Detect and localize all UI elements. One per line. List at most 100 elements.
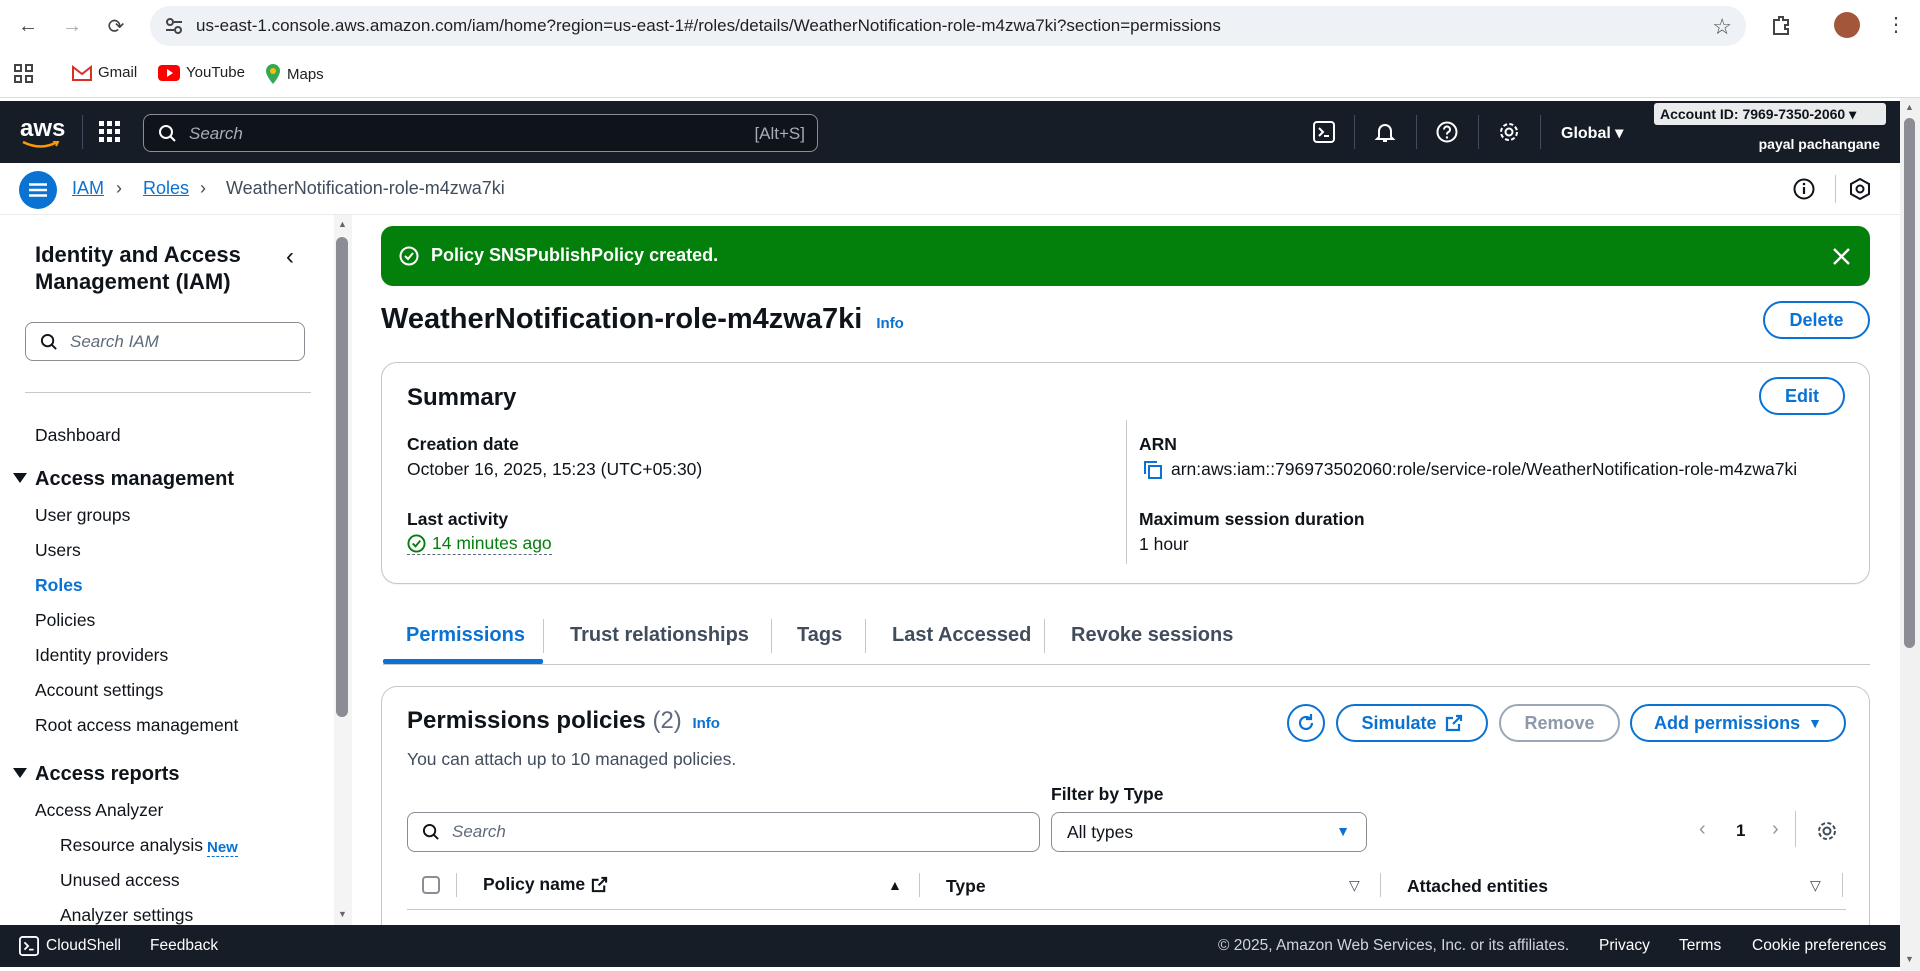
copyright-text: © 2025, Amazon Web Services, Inc. or its… [1218, 937, 1570, 954]
info-link[interactable]: Info [692, 715, 720, 732]
hamburger-icon [29, 183, 47, 197]
scroll-up-icon[interactable]: ▲ [338, 219, 347, 229]
sidebar-section-access-management[interactable]: Access management [35, 468, 234, 491]
close-icon[interactable] [1833, 248, 1850, 265]
profile-avatar[interactable] [1834, 12, 1860, 38]
new-badge: New [207, 839, 238, 857]
bookmark-maps[interactable]: Maps [265, 64, 324, 84]
sidebar-item-access-analyzer[interactable]: Access Analyzer [35, 800, 163, 821]
services-grid-icon[interactable] [99, 121, 121, 143]
column-header-attached-entities[interactable]: Attached entities [1407, 876, 1548, 897]
aws-search-input[interactable]: Search [Alt+S] [143, 114, 818, 152]
column-header-type[interactable]: Type [946, 876, 986, 897]
side-nav-title[interactable]: Identity and Access Management (IAM) [35, 241, 275, 295]
sidebar-scrollbar[interactable]: ▲ ▼ [334, 215, 352, 925]
collapse-sidebar-icon[interactable]: ‹ [286, 243, 294, 271]
security-panel-icon[interactable] [1849, 178, 1871, 200]
sidebar-item-resource-analysis[interactable]: Resource analysis [60, 835, 203, 856]
column-header-policy-name[interactable]: Policy name [483, 874, 608, 895]
apps-grid-icon[interactable] [14, 64, 34, 84]
sidebar-item-roles[interactable]: Roles [35, 575, 83, 596]
account-user-name[interactable]: payal pachangane [1759, 136, 1880, 152]
sidebar-section-access-reports[interactable]: Access reports [35, 763, 180, 786]
site-info-icon[interactable] [164, 16, 184, 36]
current-page-number[interactable]: 1 [1736, 821, 1745, 841]
edit-button[interactable]: Edit [1759, 377, 1845, 415]
page-scrollbar[interactable]: ▲ ▼ [1900, 98, 1920, 971]
region-selector[interactable]: Global ▾ [1561, 123, 1623, 143]
preferences-gear-icon[interactable] [1816, 820, 1838, 842]
delete-button[interactable]: Delete [1763, 301, 1870, 339]
refresh-button[interactable] [1287, 704, 1325, 742]
caret-down-icon[interactable] [13, 473, 27, 483]
tab-trust-relationships[interactable]: Trust relationships [570, 624, 749, 647]
breadcrumb-iam[interactable]: IAM [72, 178, 104, 199]
success-check-icon [399, 246, 419, 266]
select-all-checkbox[interactable] [422, 876, 440, 894]
sidebar-item-analyzer-settings[interactable]: Analyzer settings [60, 905, 193, 926]
back-icon[interactable]: ← [12, 10, 44, 42]
cloudshell-icon[interactable] [1309, 117, 1339, 147]
sidebar-scrollbar-thumb[interactable] [336, 237, 348, 717]
sort-ascending-icon[interactable]: ▲ [888, 877, 902, 893]
bookmark-star-icon[interactable]: ☆ [1712, 14, 1732, 40]
tab-last-accessed[interactable]: Last Accessed [892, 624, 1031, 647]
help-icon[interactable] [1432, 117, 1462, 147]
settings-gear-icon[interactable] [1494, 117, 1524, 147]
address-bar[interactable]: us-east-1.console.aws.amazon.com/iam/hom… [150, 6, 1746, 46]
remove-button[interactable]: Remove [1499, 704, 1620, 742]
sidebar-item-policies[interactable]: Policies [35, 610, 95, 631]
sort-icon[interactable]: ▽ [1810, 877, 1821, 894]
next-page-icon[interactable]: › [1772, 818, 1779, 841]
add-permissions-button[interactable]: Add permissions ▼ [1630, 704, 1846, 742]
browser-toolbar: ← → ⟳ us-east-1.console.aws.amazon.com/i… [0, 0, 1920, 52]
previous-page-icon[interactable]: ‹ [1699, 818, 1706, 841]
cookie-preferences-link[interactable]: Cookie preferences [1752, 937, 1886, 955]
terms-link[interactable]: Terms [1679, 937, 1721, 955]
sidebar-item-dashboard[interactable]: Dashboard [35, 425, 121, 446]
policy-search-input[interactable]: Search [407, 812, 1040, 852]
sidebar-item-root-access-management[interactable]: Root access management [35, 715, 238, 736]
scroll-down-icon[interactable]: ▼ [1905, 954, 1914, 964]
url-text: us-east-1.console.aws.amazon.com/iam/hom… [196, 16, 1221, 35]
filter-type-select[interactable]: All types ▼ [1051, 812, 1367, 852]
copy-icon[interactable] [1143, 460, 1163, 480]
tab-tags[interactable]: Tags [797, 624, 842, 647]
sidebar-item-user-groups[interactable]: User groups [35, 505, 130, 526]
scroll-up-icon[interactable]: ▲ [1905, 102, 1914, 112]
scroll-down-icon[interactable]: ▼ [338, 909, 347, 919]
creation-date-value: October 16, 2025, 15:23 (UTC+05:30) [407, 459, 703, 479]
tab-revoke-sessions[interactable]: Revoke sessions [1071, 624, 1233, 647]
arn-label: ARN [1139, 434, 1177, 454]
page-scrollbar-thumb[interactable] [1904, 118, 1915, 648]
aws-logo[interactable]: aws [20, 115, 65, 143]
sidebar-item-account-settings[interactable]: Account settings [35, 680, 163, 701]
notifications-bell-icon[interactable] [1370, 117, 1400, 147]
tab-permissions[interactable]: Permissions [406, 624, 525, 647]
caret-down-icon: ▼ [1808, 715, 1822, 731]
breadcrumb-roles[interactable]: Roles [143, 178, 189, 199]
search-iam-input[interactable]: Search IAM [25, 322, 305, 361]
info-link[interactable]: Info [876, 315, 904, 332]
feedback-link[interactable]: Feedback [150, 937, 218, 955]
sidebar-item-users[interactable]: Users [35, 540, 81, 561]
bookmark-youtube[interactable]: YouTube [158, 64, 245, 81]
extensions-icon[interactable] [1770, 14, 1792, 36]
account-id-menu[interactable]: Account ID: 7969-7350-2060 ▾ [1654, 103, 1886, 125]
forward-icon[interactable]: → [56, 10, 88, 42]
last-activity-value[interactable]: 14 minutes ago [407, 533, 552, 555]
sort-icon[interactable]: ▽ [1349, 877, 1360, 894]
simulate-button[interactable]: Simulate [1336, 704, 1488, 742]
privacy-link[interactable]: Privacy [1599, 937, 1650, 955]
info-panel-icon[interactable] [1793, 178, 1815, 200]
caret-down-icon[interactable] [13, 768, 27, 778]
reload-icon[interactable]: ⟳ [100, 10, 132, 42]
sidebar-item-unused-access[interactable]: Unused access [60, 870, 180, 891]
browser-menu-icon[interactable]: ⋮ [1886, 12, 1906, 37]
side-nav-toggle-button[interactable] [19, 171, 57, 209]
cloudshell-icon[interactable] [19, 936, 39, 956]
bookmark-gmail[interactable]: Gmail [72, 64, 137, 81]
cloudshell-link[interactable]: CloudShell [46, 937, 121, 955]
success-check-icon [407, 534, 426, 553]
sidebar-item-identity-providers[interactable]: Identity providers [35, 645, 168, 666]
